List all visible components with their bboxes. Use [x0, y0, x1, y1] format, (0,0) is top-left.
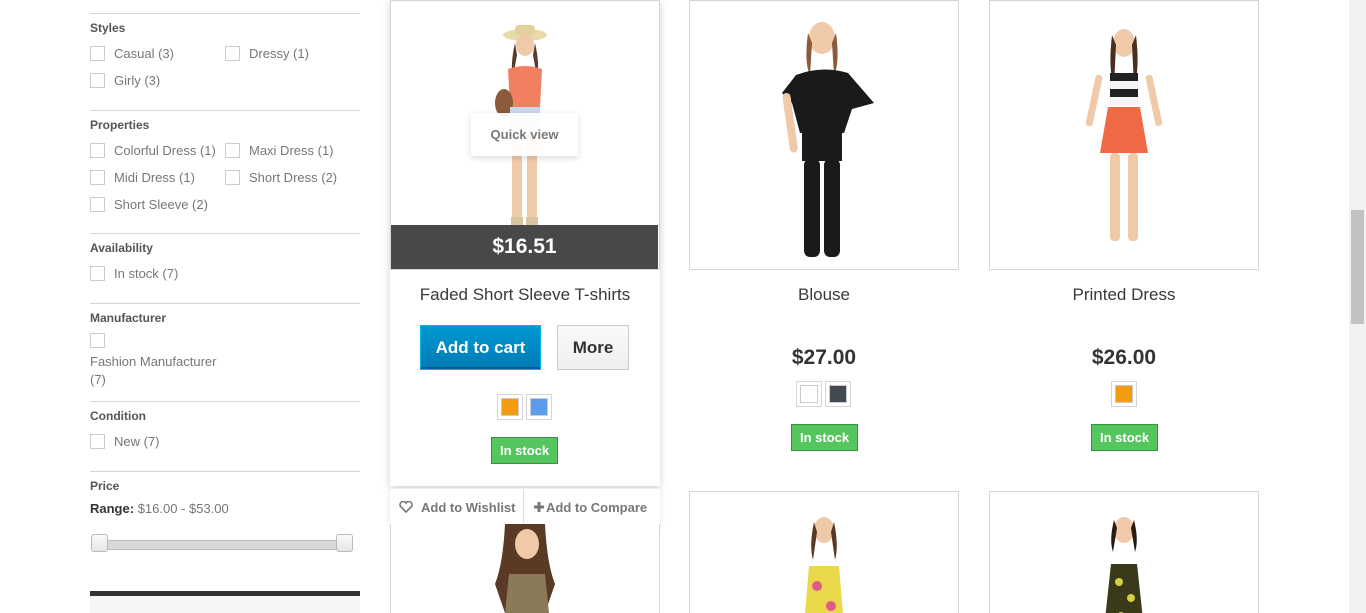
color-swatch-blue[interactable] — [526, 394, 552, 420]
product-image-frame[interactable] — [989, 491, 1259, 613]
swatch-fill — [800, 385, 818, 403]
product-photo-blouse[interactable] — [764, 13, 884, 263]
color-swatch-black[interactable] — [825, 381, 851, 407]
swatch-fill — [829, 385, 847, 403]
add-to-wishlist-button[interactable]: Add to Wishlist — [390, 489, 524, 525]
product-image-frame[interactable] — [989, 0, 1259, 270]
filter-option-short-sleeve[interactable]: Short Sleeve (2) — [90, 194, 225, 214]
swatch-fill — [501, 398, 519, 416]
filter-option-girly[interactable]: Girly (3) — [90, 70, 225, 90]
filter-option-dressy[interactable]: Dressy (1) — [225, 43, 360, 63]
sidebar-next-block — [90, 591, 360, 613]
checkbox[interactable] — [225, 169, 240, 185]
product-image-frame[interactable] — [390, 524, 660, 613]
filter-option-fashion-manufacturer[interactable]: Fashion Manufacturer (7) — [90, 333, 225, 389]
checkbox[interactable] — [90, 142, 105, 158]
product-image-frame[interactable] — [689, 0, 959, 270]
checkbox[interactable] — [90, 45, 105, 61]
checkbox[interactable] — [225, 45, 240, 61]
stock-badge: In stock — [791, 424, 859, 451]
filter-option-short-dress[interactable]: Short Dress (2) — [225, 167, 360, 187]
add-to-compare-button[interactable]: Add to Compare — [524, 489, 647, 525]
functional-buttons: Add to Wishlist Add to Compare — [390, 488, 660, 525]
product-image-frame[interactable] — [689, 491, 959, 613]
color-swatches — [497, 394, 552, 420]
filter-properties: Properties Colorful Dress (1) Maxi Dress… — [90, 110, 360, 214]
swatch-fill — [1115, 385, 1133, 403]
checkbox[interactable] — [90, 333, 105, 348]
filter-option-casual[interactable]: Casual (3) — [90, 43, 225, 63]
product-photo-partial[interactable] — [1079, 516, 1169, 613]
filter-title: Manufacturer — [90, 311, 167, 325]
color-swatch-orange[interactable] — [1111, 381, 1137, 407]
filter-availability: Availability In stock (7) — [90, 233, 360, 283]
filter-option-colorful-dress[interactable]: Colorful Dress (1) — [90, 140, 225, 160]
product-price-overlay: $16.51 — [391, 225, 658, 269]
filter-title: Price — [90, 479, 120, 493]
filter-manufacturer: Manufacturer Fashion Manufacturer (7) — [90, 303, 360, 389]
filter-option-midi-dress[interactable]: Midi Dress (1) — [90, 167, 225, 187]
stock-badge: In stock — [491, 437, 559, 464]
color-swatches — [796, 381, 851, 407]
filter-option-maxi-dress[interactable]: Maxi Dress (1) — [225, 140, 360, 160]
filter-title: Condition — [90, 409, 146, 423]
checkbox[interactable] — [90, 169, 105, 185]
product-name-link[interactable]: Printed Dress — [989, 285, 1259, 305]
product-price: $26.00 — [1091, 346, 1157, 369]
more-button[interactable]: More — [557, 325, 629, 370]
filter-title: Availability — [90, 241, 153, 255]
price-slider-min-handle[interactable] — [91, 534, 108, 552]
price-slider-max-handle[interactable] — [336, 534, 353, 552]
color-swatches — [1111, 381, 1137, 407]
filter-title: Styles — [90, 21, 126, 35]
swatch-fill — [530, 398, 548, 416]
checkbox[interactable] — [90, 265, 105, 281]
filter-price: Price Range: $16.00 - $53.00 — [90, 471, 360, 516]
quick-view-button[interactable]: Quick view — [471, 113, 578, 156]
scrollbar-thumb[interactable] — [1351, 210, 1364, 324]
add-to-cart-button[interactable]: Add to cart — [420, 325, 541, 370]
product-photo-partial[interactable] — [475, 524, 575, 613]
product-photo-partial[interactable] — [779, 516, 869, 613]
filter-styles: Styles Casual (3) Dressy (1) Girly (3) — [90, 13, 360, 90]
checkbox[interactable] — [90, 72, 105, 88]
price-range-text: Range: $16.00 - $53.00 — [90, 501, 229, 516]
plus-icon — [534, 502, 544, 512]
filter-condition: Condition New (7) — [90, 401, 360, 451]
color-swatch-white[interactable] — [796, 381, 822, 407]
filter-option-new[interactable]: New (7) — [90, 431, 360, 451]
checkbox[interactable] — [90, 196, 105, 212]
color-swatch-orange[interactable] — [497, 394, 523, 420]
product-photo-printed-dress[interactable] — [1074, 25, 1174, 255]
price-slider-track[interactable] — [100, 540, 352, 550]
filter-option-in-stock[interactable]: In stock (7) — [90, 263, 360, 283]
stock-badge: In stock — [1091, 424, 1159, 451]
checkbox[interactable] — [90, 433, 105, 449]
heart-icon — [399, 501, 413, 513]
product-name-link[interactable]: Blouse — [689, 285, 959, 305]
layered-navigation: Styles Casual (3) Dressy (1) Girly (3) P… — [90, 0, 360, 516]
filter-title: Properties — [90, 118, 150, 132]
product-price: $27.00 — [791, 346, 857, 369]
checkbox[interactable] — [225, 142, 240, 158]
product-name-link[interactable]: Faded Short Sleeve T-shirts — [390, 285, 660, 305]
